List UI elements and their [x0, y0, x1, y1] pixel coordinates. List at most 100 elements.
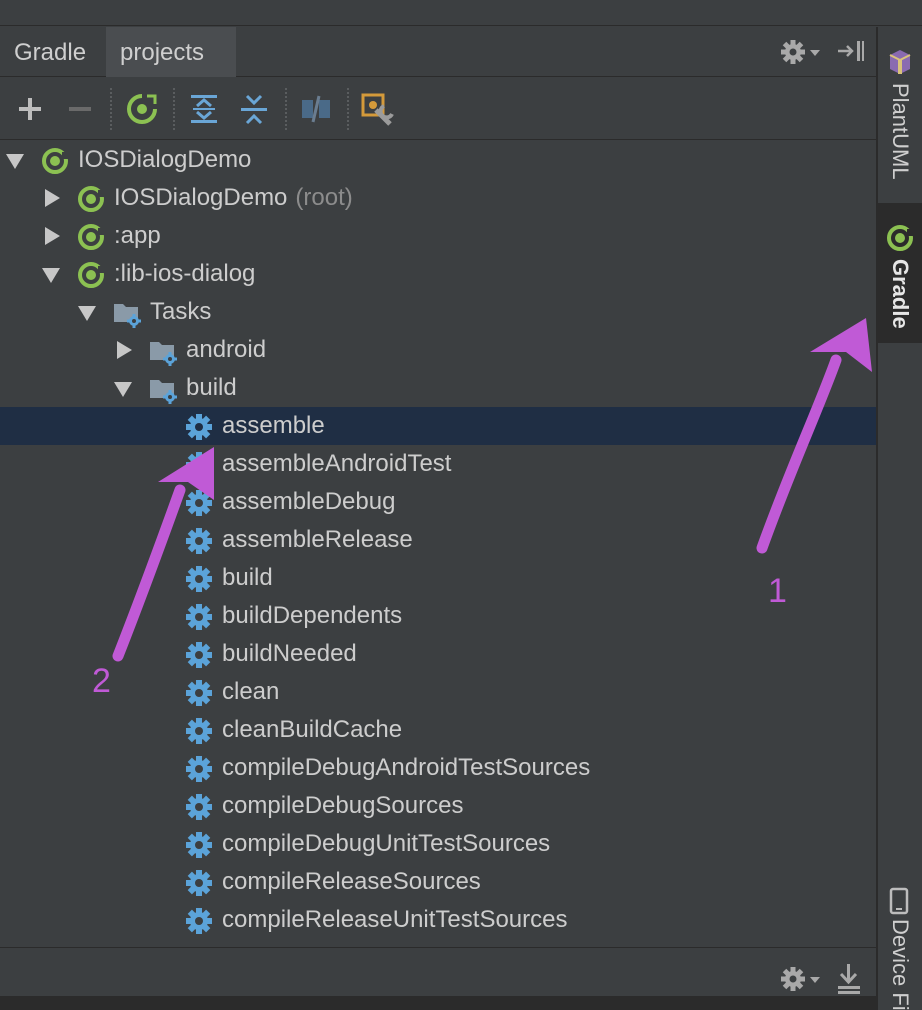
right-tool-sidebar: PlantUML Gradle Device Fi — [876, 27, 922, 1010]
gear-icon — [186, 756, 212, 782]
plantuml-icon — [889, 50, 911, 74]
expanded-arrow-icon[interactable] — [78, 306, 96, 321]
task-folder-icon — [150, 380, 177, 404]
expanded-arrow-icon[interactable] — [114, 382, 132, 397]
tree-row-label: :app — [114, 217, 161, 255]
tree-row-label: compileDebugUnitTestSources — [222, 825, 550, 863]
gear-icon — [186, 718, 212, 744]
row-label-text: compileReleaseUnitTestSources — [222, 906, 568, 933]
gradle-project-icon — [887, 225, 914, 251]
gear-dropdown-icon[interactable] — [780, 39, 824, 65]
gear-icon — [186, 528, 212, 554]
add-icon[interactable] — [13, 92, 47, 126]
row-label-text: compileReleaseSources — [222, 868, 481, 895]
sidebar-item-device-file-explorer[interactable]: Device Fi — [878, 879, 922, 1010]
gear-icon — [186, 794, 212, 820]
row-label-text: assembleRelease — [222, 526, 413, 553]
tree-row-label: IOSDialogDemo — [78, 141, 251, 179]
gear-dropdown-icon[interactable] — [780, 964, 824, 994]
tree-row[interactable]: assembleRelease — [0, 521, 876, 559]
sidebar-item-gradle[interactable]: Gradle — [878, 203, 922, 343]
remove-icon[interactable] — [63, 92, 97, 126]
sidebar-item-label: PlantUML — [888, 83, 913, 180]
tree-row[interactable]: buildNeeded — [0, 635, 876, 673]
tree-row-label: compileDebugSources — [222, 787, 463, 825]
collapsed-arrow-icon[interactable] — [45, 189, 60, 207]
tree-row[interactable]: IOSDialogDemo (root) — [0, 179, 876, 217]
tree-row[interactable]: :app — [0, 217, 876, 255]
tree-row[interactable]: :lib-ios-dialog — [0, 255, 876, 293]
gear-icon — [186, 490, 212, 516]
gradle-toolbar — [0, 78, 876, 140]
toolbar-separator — [285, 88, 287, 130]
tree-row-label: buildNeeded — [222, 635, 357, 673]
expanded-arrow-icon[interactable] — [6, 154, 24, 169]
row-label-text: :lib-ios-dialog — [114, 260, 256, 287]
toolbar-separator — [347, 88, 349, 130]
download-icon[interactable] — [836, 962, 862, 996]
tree-row-label: assemble — [222, 407, 325, 445]
expand-all-icon[interactable] — [187, 92, 221, 126]
refresh-gradle-icon[interactable] — [125, 92, 159, 126]
gradle-tool-window: Gradle projects IOSDialogDemo IOSDialogD… — [0, 27, 876, 1010]
gear-icon — [186, 908, 212, 934]
tab-projects[interactable]: projects — [106, 27, 236, 77]
collapse-all-icon[interactable] — [237, 92, 271, 126]
tree-row[interactable]: clean — [0, 673, 876, 711]
tree-row-label: :lib-ios-dialog — [114, 255, 255, 293]
tree-row-label: cleanBuildCache — [222, 711, 402, 749]
tree-row-label: assembleDebug — [222, 483, 395, 521]
toolbar-separator — [173, 88, 175, 130]
tree-row[interactable]: compileReleaseUnitTestSources — [0, 901, 876, 939]
tool-window-title-bar: Gradle projects — [0, 27, 876, 77]
gradle-project-icon — [78, 186, 105, 212]
tree-row[interactable]: compileDebugSources — [0, 787, 876, 825]
tree-row-label: android — [186, 331, 266, 369]
gradle-settings-icon[interactable] — [360, 92, 394, 126]
collapsed-arrow-icon[interactable] — [117, 341, 132, 359]
gear-icon — [186, 566, 212, 592]
tree-row[interactable]: cleanBuildCache — [0, 711, 876, 749]
expanded-arrow-icon[interactable] — [42, 268, 60, 283]
link-disabled-icon[interactable] — [299, 92, 333, 126]
tree-row[interactable]: android — [0, 331, 876, 369]
tree-row[interactable]: compileReleaseSources — [0, 863, 876, 901]
row-label-text: build — [222, 564, 273, 591]
gradle-project-icon — [42, 148, 69, 174]
tree-row-label: build — [186, 369, 237, 407]
gradle-project-icon — [78, 224, 105, 250]
gear-icon — [186, 680, 212, 706]
tree-row[interactable]: Tasks — [0, 293, 876, 331]
annotation-number-1: 1 — [768, 572, 787, 610]
sidebar-item-plantuml[interactable]: PlantUML — [878, 39, 922, 197]
row-label-text: clean — [222, 678, 280, 705]
row-label-text: Tasks — [150, 298, 212, 325]
tree-row-label: buildDependents — [222, 597, 402, 635]
tree-row[interactable]: assembleDebug — [0, 483, 876, 521]
row-label-text: assemble — [222, 412, 325, 439]
tree-row[interactable]: build — [0, 559, 876, 597]
tree-row-selected[interactable]: assemble — [0, 407, 876, 445]
tab-gradle[interactable]: Gradle — [14, 27, 86, 77]
hide-panel-icon[interactable] — [836, 39, 866, 65]
annotation-number-2: 2 — [92, 662, 111, 700]
sidebar-item-label: Gradle — [888, 259, 913, 329]
panel-bottom-edge — [0, 996, 876, 1010]
row-label-text: IOSDialogDemo — [114, 184, 288, 211]
row-label-text: compileDebugSources — [222, 792, 464, 819]
tree-row-label: assembleRelease — [222, 521, 413, 559]
tree-row[interactable]: compileDebugUnitTestSources — [0, 825, 876, 863]
gear-icon — [186, 870, 212, 896]
toolbar-separator — [110, 88, 112, 130]
window-top-strip — [0, 0, 922, 26]
tree-row[interactable]: IOSDialogDemo — [0, 141, 876, 179]
row-label-text: build — [186, 374, 237, 401]
tree-row[interactable]: compileDebugAndroidTestSources — [0, 749, 876, 787]
row-label-text: compileDebugAndroidTestSources — [222, 754, 591, 781]
tree-row-label: Tasks — [150, 293, 211, 331]
tree-row[interactable]: assembleAndroidTest — [0, 445, 876, 483]
collapsed-arrow-icon[interactable] — [45, 227, 60, 245]
tree-row[interactable]: build — [0, 369, 876, 407]
tree-row[interactable]: buildDependents — [0, 597, 876, 635]
row-label-text: assembleAndroidTest — [222, 450, 452, 477]
